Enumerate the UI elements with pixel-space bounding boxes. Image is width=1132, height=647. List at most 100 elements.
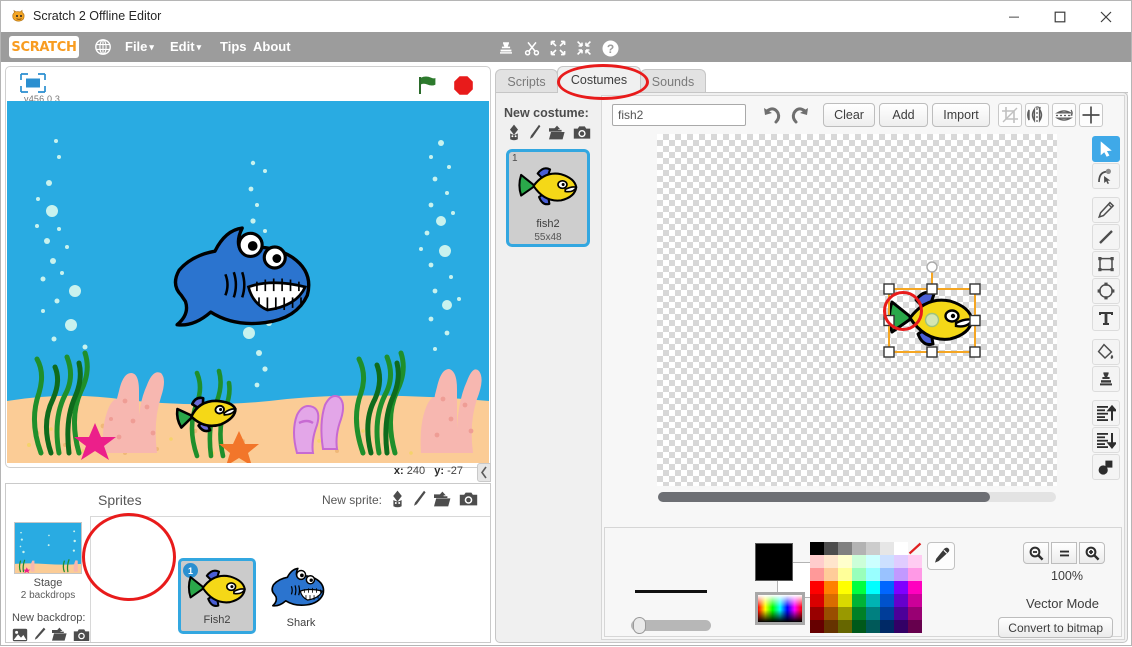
swatch[interactable] [908, 568, 922, 581]
line-width-slider[interactable] [631, 617, 711, 634]
camera-backdrop-icon[interactable] [73, 628, 90, 647]
swatch[interactable] [866, 594, 880, 607]
swatch[interactable] [894, 555, 908, 568]
globe-icon[interactable] [94, 38, 112, 56]
swatch[interactable] [838, 542, 852, 555]
stage-selector[interactable]: Stage 2 backdrops New backdrop: [6, 484, 91, 642]
flip-vertical-icon[interactable] [1052, 103, 1076, 127]
paint-costume-icon[interactable] [529, 124, 541, 146]
swatch[interactable] [838, 620, 852, 633]
swatch[interactable] [810, 542, 824, 555]
stage-canvas[interactable] [7, 101, 489, 463]
tab-costumes[interactable]: Costumes [557, 66, 641, 93]
swatch[interactable] [880, 620, 894, 633]
swatch[interactable] [824, 620, 838, 633]
convert-to-bitmap-button[interactable]: Convert to bitmap [998, 617, 1113, 638]
line-tool[interactable] [1092, 224, 1120, 250]
zoom-in-icon[interactable] [1079, 542, 1105, 564]
swatch[interactable] [894, 581, 908, 594]
zoom-reset-icon[interactable] [1051, 542, 1077, 564]
costume-item-fish2[interactable]: 1 fish2 55x48 [506, 149, 590, 247]
swatch[interactable] [838, 555, 852, 568]
camera-sprite-icon[interactable] [459, 491, 478, 512]
swatch[interactable] [838, 581, 852, 594]
stop-icon[interactable] [453, 75, 474, 96]
swatch[interactable] [810, 607, 824, 620]
swatch[interactable] [894, 542, 908, 555]
swatch[interactable] [852, 594, 866, 607]
upload-costume-icon[interactable] [548, 125, 566, 146]
clone-tool[interactable] [1092, 366, 1120, 392]
sprite-item-shark[interactable]: Shark [262, 558, 340, 634]
menu-file[interactable]: File ▾ [125, 39, 154, 54]
paint-bucket-tool[interactable] [1092, 339, 1120, 365]
swatch[interactable] [824, 555, 838, 568]
swatch[interactable] [866, 620, 880, 633]
redo-icon[interactable] [788, 103, 812, 127]
swatch[interactable] [852, 620, 866, 633]
select-tool[interactable] [1092, 136, 1120, 162]
maximize-button[interactable] [1037, 1, 1083, 32]
swatch[interactable] [894, 607, 908, 620]
minimize-button[interactable] [991, 1, 1037, 32]
sprite-item-fish2[interactable]: 1 Fish2 [178, 558, 256, 634]
swatch[interactable] [908, 581, 922, 594]
swatch[interactable] [824, 594, 838, 607]
bring-to-front-tool[interactable] [1092, 400, 1120, 426]
undo-icon[interactable] [760, 103, 784, 127]
transparent-swatch[interactable] [908, 542, 922, 555]
swatch[interactable] [824, 542, 838, 555]
swatch[interactable] [880, 568, 894, 581]
swatch[interactable] [838, 607, 852, 620]
add-button[interactable]: Add [879, 103, 928, 127]
ellipse-tool[interactable] [1092, 278, 1120, 304]
reshape-tool[interactable] [1092, 163, 1120, 189]
swatch[interactable] [852, 568, 866, 581]
paint-sprite-icon[interactable] [413, 490, 426, 513]
text-tool[interactable] [1092, 305, 1120, 331]
upload-sprite-icon[interactable] [433, 491, 452, 513]
swatch[interactable] [824, 568, 838, 581]
swatch[interactable] [880, 555, 894, 568]
swatch[interactable] [894, 594, 908, 607]
swatch[interactable] [810, 555, 824, 568]
help-icon[interactable]: ? [599, 37, 621, 59]
choose-sprite-icon[interactable] [389, 490, 406, 513]
paint-backdrop-icon[interactable] [33, 627, 46, 647]
camera-costume-icon[interactable] [573, 125, 591, 145]
swatch[interactable] [810, 568, 824, 581]
swatch[interactable] [880, 607, 894, 620]
swatch[interactable] [880, 594, 894, 607]
set-costume-center-icon[interactable] [1079, 103, 1103, 127]
swatch[interactable] [894, 568, 908, 581]
tab-scripts[interactable]: Scripts [495, 69, 558, 93]
swatch[interactable] [852, 555, 866, 568]
swatch[interactable] [852, 607, 866, 620]
upload-backdrop-icon[interactable] [51, 627, 68, 647]
zoom-out-icon[interactable] [1023, 542, 1049, 564]
swatch[interactable] [866, 555, 880, 568]
group-tool[interactable] [1092, 454, 1120, 480]
crop-icon[interactable] [998, 103, 1022, 127]
small-stage-icon[interactable] [18, 72, 48, 94]
clear-button[interactable]: Clear [823, 103, 875, 127]
slider-knob[interactable] [633, 617, 646, 634]
choose-costume-icon[interactable] [506, 124, 522, 146]
choose-backdrop-icon[interactable] [12, 628, 28, 647]
swatch[interactable] [894, 620, 908, 633]
stage-thumbnail[interactable] [14, 522, 82, 574]
swatch[interactable] [810, 594, 824, 607]
eyedropper-icon[interactable] [927, 542, 955, 570]
swatch[interactable] [866, 581, 880, 594]
scissors-icon[interactable] [521, 37, 543, 59]
swatch[interactable] [880, 542, 894, 555]
swatch[interactable] [824, 607, 838, 620]
swatch[interactable] [852, 542, 866, 555]
tab-sounds[interactable]: Sounds [640, 69, 706, 93]
green-flag-icon[interactable] [416, 75, 438, 100]
swatch[interactable] [880, 581, 894, 594]
swatch[interactable] [908, 607, 922, 620]
swatch[interactable] [908, 594, 922, 607]
costume-name-input[interactable] [612, 104, 746, 126]
swatch[interactable] [866, 568, 880, 581]
